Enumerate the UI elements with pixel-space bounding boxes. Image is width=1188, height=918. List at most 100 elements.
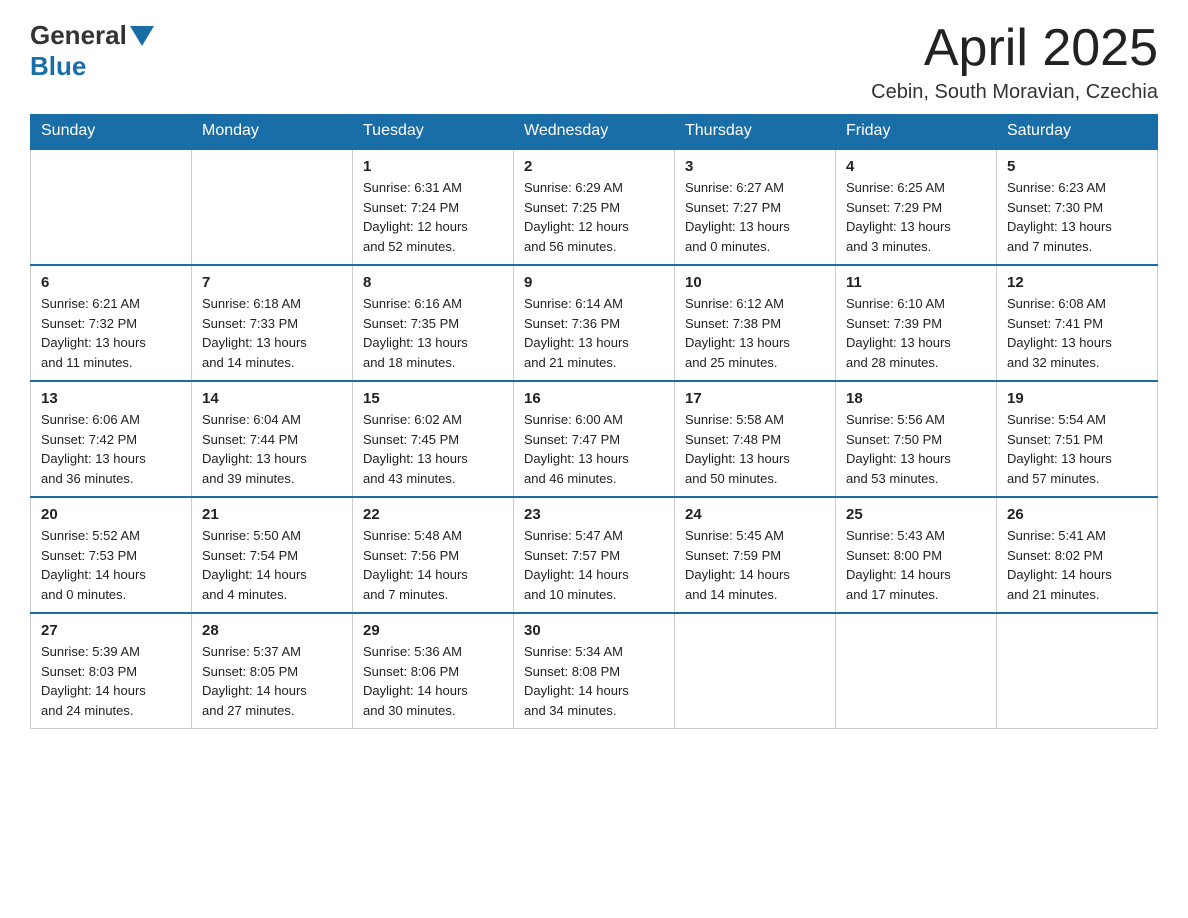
calendar-cell: 6 Sunrise: 6:21 AMSunset: 7:32 PMDaylight… [31,265,192,381]
logo-triangle-icon [130,26,154,46]
day-info: Sunrise: 5:48 AMSunset: 7:56 PMDaylight:… [363,526,503,604]
weekday-header-tuesday: Tuesday [353,114,514,149]
day-info: Sunrise: 6:00 AMSunset: 7:47 PMDaylight:… [524,410,664,488]
logo-general-text: General [30,20,127,51]
day-info: Sunrise: 6:21 AMSunset: 7:32 PMDaylight:… [41,294,181,372]
calendar-cell: 29 Sunrise: 5:36 AMSunset: 8:06 PMDayligh… [353,613,514,729]
calendar-cell: 8 Sunrise: 6:16 AMSunset: 7:35 PMDaylight… [353,265,514,381]
day-number: 7 [202,274,342,291]
day-info: Sunrise: 6:31 AMSunset: 7:24 PMDaylight:… [363,178,503,256]
calendar-cell: 24 Sunrise: 5:45 AMSunset: 7:59 PMDayligh… [675,497,836,613]
calendar-cell: 22 Sunrise: 5:48 AMSunset: 7:56 PMDayligh… [353,497,514,613]
day-info: Sunrise: 5:50 AMSunset: 7:54 PMDaylight:… [202,526,342,604]
day-number: 17 [685,390,825,407]
day-number: 11 [846,274,986,291]
day-info: Sunrise: 5:52 AMSunset: 7:53 PMDaylight:… [41,526,181,604]
day-number: 14 [202,390,342,407]
day-number: 10 [685,274,825,291]
day-number: 15 [363,390,503,407]
calendar-cell [192,149,353,265]
calendar-cell: 11Sunrise: 6:10 AMSunset: 7:39 PMDayligh… [836,265,997,381]
calendar-week-row: 20 Sunrise: 5:52 AMSunset: 7:53 PMDayligh… [31,497,1158,613]
calendar-cell: 20 Sunrise: 5:52 AMSunset: 7:53 PMDayligh… [31,497,192,613]
calendar-week-row: 1 Sunrise: 6:31 AMSunset: 7:24 PMDaylight… [31,149,1158,265]
day-info: Sunrise: 5:37 AMSunset: 8:05 PMDaylight:… [202,642,342,720]
calendar-cell: 18 Sunrise: 5:56 AMSunset: 7:50 PMDayligh… [836,381,997,497]
day-info: Sunrise: 5:47 AMSunset: 7:57 PMDaylight:… [524,526,664,604]
day-info: Sunrise: 5:34 AMSunset: 8:08 PMDaylight:… [524,642,664,720]
day-number: 23 [524,506,664,523]
calendar-cell: 26 Sunrise: 5:41 AMSunset: 8:02 PMDayligh… [997,497,1158,613]
calendar-cell: 27 Sunrise: 5:39 AMSunset: 8:03 PMDayligh… [31,613,192,729]
day-number: 1 [363,158,503,175]
day-info: Sunrise: 5:45 AMSunset: 7:59 PMDaylight:… [685,526,825,604]
day-info: Sunrise: 6:02 AMSunset: 7:45 PMDaylight:… [363,410,503,488]
calendar-cell: 21 Sunrise: 5:50 AMSunset: 7:54 PMDayligh… [192,497,353,613]
day-info: Sunrise: 6:08 AMSunset: 7:41 PMDaylight:… [1007,294,1147,372]
calendar-cell: 9 Sunrise: 6:14 AMSunset: 7:36 PMDaylight… [514,265,675,381]
calendar-cell: 2 Sunrise: 6:29 AMSunset: 7:25 PMDaylight… [514,149,675,265]
weekday-header-friday: Friday [836,114,997,149]
day-number: 6 [41,274,181,291]
day-info: Sunrise: 5:56 AMSunset: 7:50 PMDaylight:… [846,410,986,488]
day-number: 9 [524,274,664,291]
day-number: 16 [524,390,664,407]
day-number: 20 [41,506,181,523]
calendar-cell [31,149,192,265]
calendar-cell: 3Sunrise: 6:27 AMSunset: 7:27 PMDaylight… [675,149,836,265]
day-number: 3 [685,158,825,175]
title-section: April 2025 Cebin, South Moravian, Czechi… [871,20,1158,104]
day-info: Sunrise: 6:29 AMSunset: 7:25 PMDaylight:… [524,178,664,256]
calendar-cell: 30 Sunrise: 5:34 AMSunset: 8:08 PMDayligh… [514,613,675,729]
day-number: 12 [1007,274,1147,291]
day-number: 8 [363,274,503,291]
day-number: 19 [1007,390,1147,407]
calendar-cell: 13 Sunrise: 6:06 AMSunset: 7:42 PMDayligh… [31,381,192,497]
logo-blue-text: Blue [30,51,86,81]
calendar-cell: 25Sunrise: 5:43 AMSunset: 8:00 PMDayligh… [836,497,997,613]
day-info: Sunrise: 6:04 AMSunset: 7:44 PMDaylight:… [202,410,342,488]
weekday-header-saturday: Saturday [997,114,1158,149]
day-info: Sunrise: 5:58 AMSunset: 7:48 PMDaylight:… [685,410,825,488]
day-info: Sunrise: 5:39 AMSunset: 8:03 PMDaylight:… [41,642,181,720]
weekday-header-wednesday: Wednesday [514,114,675,149]
calendar-week-row: 13 Sunrise: 6:06 AMSunset: 7:42 PMDayligh… [31,381,1158,497]
day-info: Sunrise: 6:23 AMSunset: 7:30 PMDaylight:… [1007,178,1147,256]
calendar-cell: 17 Sunrise: 5:58 AMSunset: 7:48 PMDayligh… [675,381,836,497]
calendar-cell: 5 Sunrise: 6:23 AMSunset: 7:30 PMDaylight… [997,149,1158,265]
day-number: 5 [1007,158,1147,175]
calendar-week-row: 27 Sunrise: 5:39 AMSunset: 8:03 PMDayligh… [31,613,1158,729]
day-number: 21 [202,506,342,523]
day-info: Sunrise: 6:14 AMSunset: 7:36 PMDaylight:… [524,294,664,372]
calendar-cell: 4Sunrise: 6:25 AMSunset: 7:29 PMDaylight… [836,149,997,265]
calendar-cell: 10Sunrise: 6:12 AMSunset: 7:38 PMDayligh… [675,265,836,381]
calendar-cell: 14 Sunrise: 6:04 AMSunset: 7:44 PMDayligh… [192,381,353,497]
day-number: 22 [363,506,503,523]
day-info: Sunrise: 5:36 AMSunset: 8:06 PMDaylight:… [363,642,503,720]
calendar-cell: 19Sunrise: 5:54 AMSunset: 7:51 PMDayligh… [997,381,1158,497]
calendar-cell: 12 Sunrise: 6:08 AMSunset: 7:41 PMDayligh… [997,265,1158,381]
day-number: 30 [524,622,664,639]
calendar-table: SundayMondayTuesdayWednesdayThursdayFrid… [30,114,1158,729]
day-info: Sunrise: 5:41 AMSunset: 8:02 PMDaylight:… [1007,526,1147,604]
day-number: 2 [524,158,664,175]
weekday-header-sunday: Sunday [31,114,192,149]
day-number: 26 [1007,506,1147,523]
day-number: 29 [363,622,503,639]
day-info: Sunrise: 6:06 AMSunset: 7:42 PMDaylight:… [41,410,181,488]
weekday-header-thursday: Thursday [675,114,836,149]
day-info: Sunrise: 6:16 AMSunset: 7:35 PMDaylight:… [363,294,503,372]
day-number: 27 [41,622,181,639]
day-number: 28 [202,622,342,639]
page-header: General Blue April 2025 Cebin, South Mor… [30,20,1158,104]
day-number: 18 [846,390,986,407]
day-number: 24 [685,506,825,523]
calendar-cell: 1 Sunrise: 6:31 AMSunset: 7:24 PMDaylight… [353,149,514,265]
day-number: 13 [41,390,181,407]
calendar-cell: 7Sunrise: 6:18 AMSunset: 7:33 PMDaylight… [192,265,353,381]
day-info: Sunrise: 5:43 AMSunset: 8:00 PMDaylight:… [846,526,986,604]
day-info: Sunrise: 6:25 AMSunset: 7:29 PMDaylight:… [846,178,986,256]
weekday-header-monday: Monday [192,114,353,149]
calendar-cell: 16 Sunrise: 6:00 AMSunset: 7:47 PMDayligh… [514,381,675,497]
calendar-cell [997,613,1158,729]
